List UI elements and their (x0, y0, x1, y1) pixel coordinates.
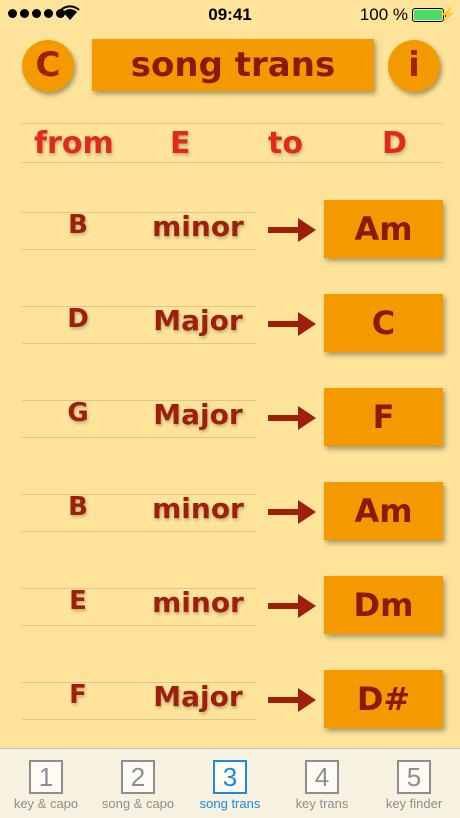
tab-key-trans[interactable]: 4 key trans (276, 749, 368, 818)
transposed-chord: F (324, 388, 443, 446)
to-key-picker[interactable]: D (382, 126, 407, 161)
tab-label: key finder (385, 796, 443, 811)
tab-label: key trans (295, 796, 349, 811)
chord-row: E minor Dm (0, 576, 460, 636)
chord-root[interactable]: B (66, 492, 90, 522)
chord-quality[interactable]: minor (146, 492, 250, 525)
chord-quality[interactable]: minor (146, 586, 250, 619)
from-key-picker[interactable]: E (170, 126, 191, 161)
tab-song-trans[interactable]: 3 song trans (184, 749, 276, 818)
tab-number: 1 (29, 760, 63, 794)
chord-quality[interactable]: Major (146, 398, 250, 431)
tab-song-capo[interactable]: 2 song & capo (92, 749, 184, 818)
chord-quality[interactable]: Major (146, 304, 250, 337)
tab-label: key & capo (13, 796, 79, 811)
chord-quality[interactable]: Major (146, 680, 250, 713)
transposed-chord: Am (324, 200, 443, 258)
tab-key-capo[interactable]: 1 key & capo (0, 749, 92, 818)
from-label: from (34, 126, 114, 161)
chord-row: F Major D# (0, 670, 460, 730)
page-title: song trans (92, 39, 374, 91)
arrow-right-icon (268, 500, 316, 524)
tab-label: song & capo (101, 796, 175, 811)
tab-number: 2 (121, 760, 155, 794)
arrow-right-icon (268, 218, 316, 242)
status-bar: 09:41 100 % ⚡ (0, 0, 460, 30)
chord-row: D Major C (0, 294, 460, 354)
transposed-chord: Dm (324, 576, 443, 634)
arrow-right-icon (268, 312, 316, 336)
chord-row: G Major F (0, 388, 460, 448)
chord-root[interactable]: D (66, 304, 90, 334)
chord-root[interactable]: F (66, 680, 90, 710)
transposed-chord: C (324, 294, 443, 352)
to-label: to (268, 126, 303, 161)
charging-icon: ⚡ (438, 6, 456, 22)
tab-number: 3 (213, 760, 247, 794)
battery-percent: 100 % (359, 5, 408, 24)
tab-key-finder[interactable]: 5 key finder (368, 749, 460, 818)
chord-row: B minor Am (0, 200, 460, 260)
arrow-right-icon (268, 406, 316, 430)
info-button[interactable]: i (388, 40, 440, 92)
transposed-chord: Am (324, 482, 443, 540)
transpose-header: from E to D (22, 123, 442, 163)
transposed-chord: D# (324, 670, 443, 728)
chord-root[interactable]: B (66, 210, 90, 240)
arrow-right-icon (268, 688, 316, 712)
tab-number: 4 (305, 760, 339, 794)
chord-root[interactable]: G (66, 398, 90, 428)
tab-bar: 1 key & capo 2 song & capo 3 song trans … (0, 748, 460, 818)
tab-label: song trans (199, 796, 261, 811)
chord-row: B minor Am (0, 482, 460, 542)
chord-quality[interactable]: minor (146, 210, 250, 243)
tab-number: 5 (397, 760, 431, 794)
chord-root[interactable]: E (66, 586, 90, 616)
key-c-button[interactable]: C (22, 40, 74, 92)
arrow-right-icon (268, 594, 316, 618)
